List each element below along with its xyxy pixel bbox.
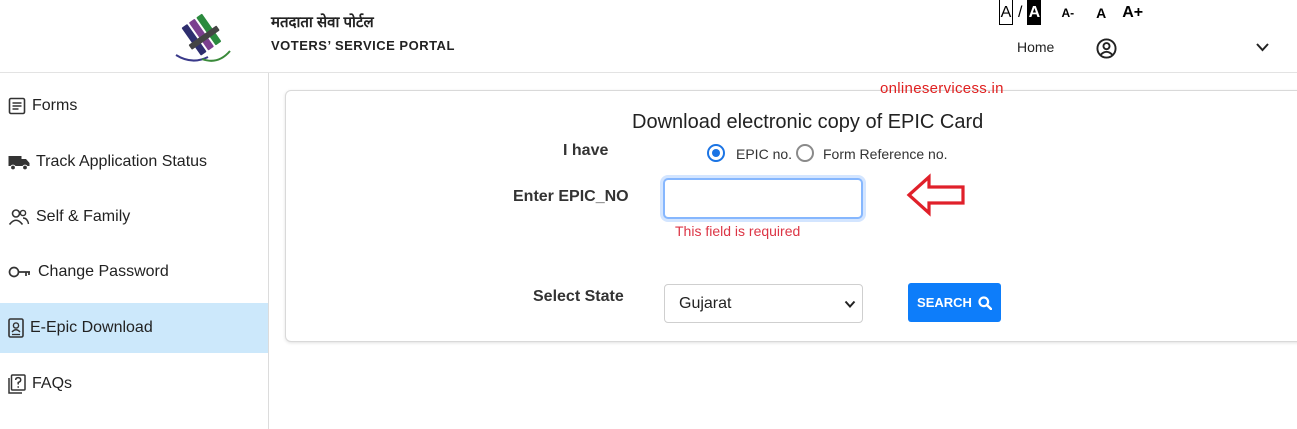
font-increase-button[interactable]: A+ xyxy=(1122,4,1143,22)
sidebar-item-label: Change Password xyxy=(38,263,169,280)
sidebar-item-label: FAQs xyxy=(32,375,73,392)
radio-epic-no[interactable] xyxy=(707,144,725,162)
radio-form-reference[interactable] xyxy=(796,144,814,162)
sidebar-item-self-family[interactable]: Self & Family xyxy=(0,192,268,242)
epic-no-label: Enter EPIC_NO xyxy=(513,188,629,205)
default-contrast-button[interactable]: A xyxy=(999,0,1013,25)
user-circle-icon[interactable] xyxy=(1096,38,1117,59)
font-normal-button[interactable]: A xyxy=(1096,5,1106,21)
chevron-down-icon xyxy=(844,300,856,308)
brand-block: मतदाता सेवा पोर्टल VOTERS’ SERVICE PORTA… xyxy=(271,14,455,53)
sidebar-item-label: Forms xyxy=(32,97,78,114)
top-header: मतदाता सेवा पोर्टल VOTERS’ SERVICE PORTA… xyxy=(0,0,1297,73)
sidebar-item-label: Self & Family xyxy=(36,208,131,225)
family-icon xyxy=(8,209,30,226)
chevron-down-icon[interactable] xyxy=(1255,41,1270,53)
truck-icon xyxy=(8,156,30,171)
form-icon xyxy=(8,97,26,115)
search-button-label: SEARCH xyxy=(917,295,972,310)
state-selected-value: Gujarat xyxy=(679,294,732,312)
question-icon xyxy=(8,374,26,394)
id-card-icon xyxy=(8,318,24,338)
sidebar-item-track-application[interactable]: Track Application Status xyxy=(0,137,268,187)
epic-no-input[interactable] xyxy=(663,178,863,219)
search-button[interactable]: SEARCH xyxy=(908,283,1001,322)
sidebar: Forms Track Application Status Self & Fa… xyxy=(0,73,269,429)
sidebar-item-e-epic-download[interactable]: E-Epic Download xyxy=(0,303,268,353)
arrow-left-icon xyxy=(906,173,965,217)
id-type-label: I have xyxy=(563,142,609,159)
radio-form-reference-label[interactable]: Form Reference no. xyxy=(823,146,948,162)
eci-logo-icon[interactable] xyxy=(172,5,234,67)
contrast-separator: / xyxy=(1018,3,1023,21)
search-icon xyxy=(978,295,992,310)
sidebar-item-forms[interactable]: Forms xyxy=(0,81,268,131)
watermark-text: onlineservicess.in xyxy=(880,80,1004,97)
brand-title-hindi: मतदाता सेवा पोर्टल xyxy=(271,14,374,31)
sidebar-item-change-password[interactable]: Change Password xyxy=(0,247,268,297)
high-contrast-button[interactable]: A xyxy=(1027,0,1042,25)
page-title: Download electronic copy of EPIC Card xyxy=(632,111,984,133)
nav-home-link[interactable]: Home xyxy=(1017,39,1054,55)
font-size-controls: A / A A- A A+ xyxy=(999,0,1143,25)
state-label: Select State xyxy=(533,288,624,305)
sidebar-item-label: Track Application Status xyxy=(36,153,208,170)
font-decrease-button[interactable]: A- xyxy=(1061,6,1074,20)
epic-no-error: This field is required xyxy=(675,223,801,239)
radio-epic-no-label[interactable]: EPIC no. xyxy=(736,146,792,162)
sidebar-item-label: E-Epic Download xyxy=(30,319,153,336)
state-select[interactable]: Gujarat xyxy=(664,284,863,323)
sidebar-item-faqs[interactable]: FAQs xyxy=(0,359,268,409)
brand-title-english: VOTERS’ SERVICE PORTAL xyxy=(271,38,455,53)
key-icon xyxy=(8,266,30,278)
